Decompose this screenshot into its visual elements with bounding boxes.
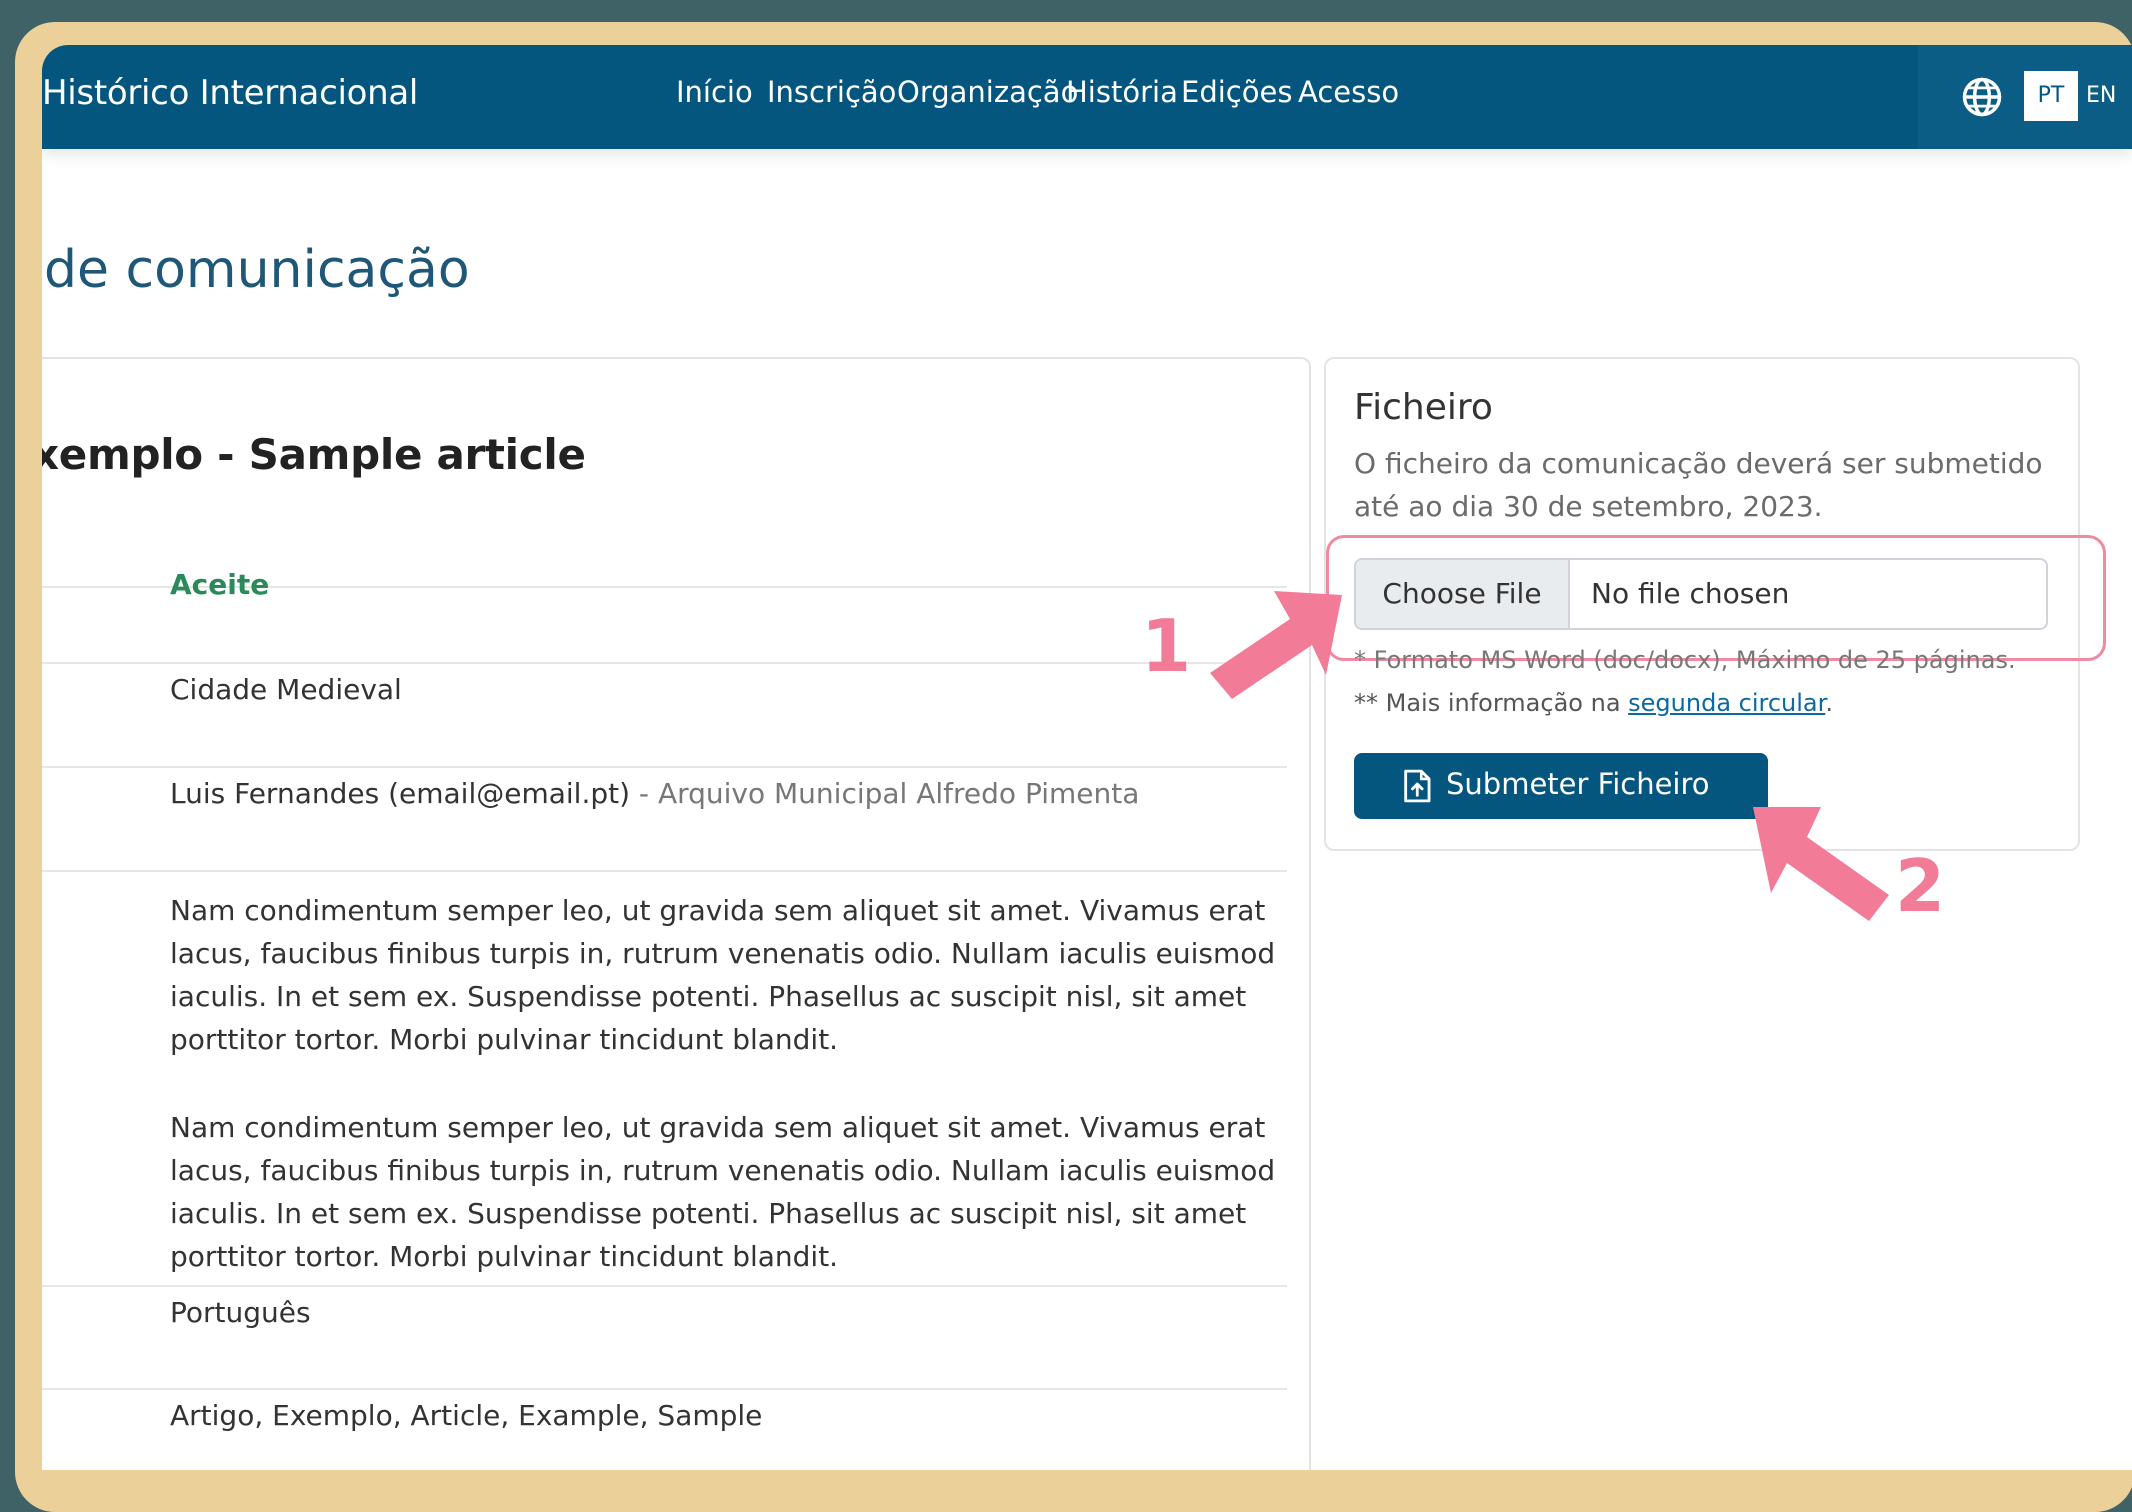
file-upload-icon (1404, 769, 1431, 803)
language-value: Português (170, 1296, 311, 1329)
page-title: de comunicação (44, 240, 470, 300)
article-title: xemplo - Sample article (42, 430, 586, 479)
globe-icon[interactable] (1961, 76, 2003, 118)
language-pt-button[interactable]: PT (2024, 71, 2078, 121)
step-1-label: 1 (1141, 604, 1192, 688)
nav-link-inicio[interactable]: Início (676, 75, 753, 109)
step-2-label: 2 (1895, 844, 1946, 928)
author-value: Luis Fernandes (email@email.pt) (170, 777, 631, 810)
arrow-pointer-icon (1210, 591, 1342, 699)
nav-link-organizacao[interactable]: Organização (897, 75, 1078, 109)
file-panel-description: O ficheiro da comunicação deverá ser sub… (1354, 447, 2043, 523)
status-value: Aceite (170, 568, 270, 601)
nav-link-historia[interactable]: História (1066, 75, 1178, 109)
site-brand[interactable]: Histórico Internacional (42, 73, 418, 113)
divider (42, 870, 1287, 872)
file-format-note: * Formato MS Word (doc/docx), Máximo de … (1354, 646, 2016, 674)
affiliation-value: Arquivo Municipal Alfredo Pimenta (657, 777, 1140, 810)
abstract-paragraph: Nam condimentum semper leo, ut gravida s… (170, 1111, 1276, 1273)
top-navbar: Histórico Internacional Início Inscrição… (42, 45, 2132, 149)
divider (42, 766, 1287, 768)
more-info-suffix: . (1825, 689, 1833, 717)
nav-link-acesso[interactable]: Acesso (1298, 75, 1399, 109)
divider (42, 1285, 1287, 1287)
more-info-note: ** Mais informação na segunda circular. (1354, 689, 1833, 717)
submit-file-button[interactable]: Submeter Ficheiro (1354, 753, 1768, 819)
submit-file-label: Submeter Ficheiro (1446, 767, 1710, 801)
nav-link-edicoes[interactable]: Edições (1181, 75, 1292, 109)
divider (42, 662, 1287, 664)
theme-value: Cidade Medieval (170, 673, 402, 706)
abstract-paragraph: Nam condimentum semper leo, ut gravida s… (170, 894, 1276, 1056)
author-row: Luis Fernandes (email@email.pt) - Arquiv… (170, 777, 1139, 810)
affiliation-separator: - (630, 777, 658, 810)
divider (42, 1388, 1287, 1390)
annotation-highlight-box (1326, 535, 2106, 661)
arrow-pointer-icon (1753, 807, 1889, 921)
file-panel-title: Ficheiro (1354, 387, 1493, 428)
browser-viewport: Histórico Internacional Início Inscrição… (42, 45, 2132, 1470)
nav-link-inscricao[interactable]: Inscrição (767, 75, 896, 109)
keywords-value: Artigo, Exemplo, Article, Example, Sampl… (170, 1399, 763, 1432)
more-info-prefix: ** Mais informação na (1354, 689, 1629, 717)
segunda-circular-link[interactable]: segunda circular (1628, 689, 1825, 717)
language-en-button[interactable]: EN (2086, 71, 2126, 121)
